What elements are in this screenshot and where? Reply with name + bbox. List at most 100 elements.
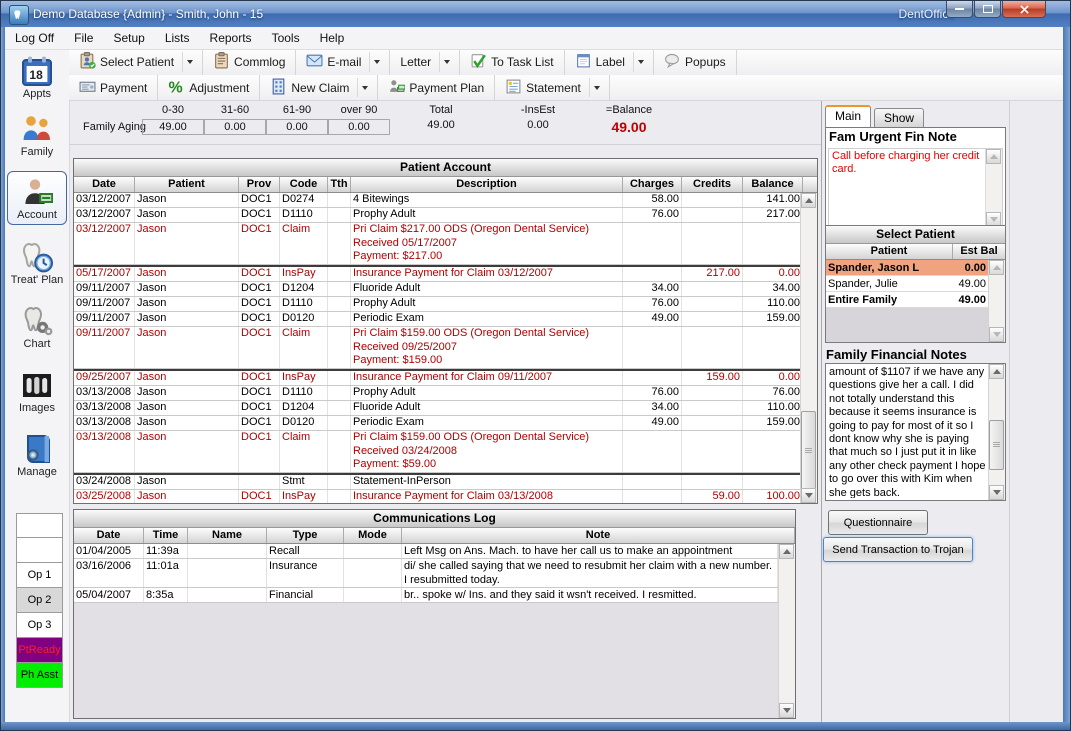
operatory-cell-ph-asst[interactable]: Ph Asst — [16, 663, 63, 688]
sidebar-item-chart[interactable]: Chart — [6, 305, 68, 350]
operatory-cell-empty-0[interactable] — [16, 513, 63, 538]
scroll-thumb[interactable] — [801, 411, 816, 491]
scroll-up-icon[interactable] — [989, 364, 1004, 379]
scroll-down-icon[interactable] — [989, 485, 1004, 500]
menu-item-log-off[interactable]: Log Off — [5, 28, 64, 48]
chevron-down-icon[interactable] — [589, 78, 604, 97]
column-header-prov[interactable]: Prov — [239, 177, 280, 192]
column-header-time[interactable]: Time — [144, 528, 188, 543]
scroll-thumb[interactable] — [989, 420, 1004, 470]
scroll-up-icon[interactable] — [989, 260, 1004, 275]
menu-item-reports[interactable]: Reports — [200, 28, 262, 48]
toolbar-button-new-claim[interactable]: New Claim — [260, 75, 378, 100]
sidebar-item-appts[interactable]: 18Appts — [6, 55, 68, 100]
column-header-patient[interactable]: Patient — [135, 177, 239, 192]
account-row[interactable]: 03/13/2008JasonDOC1D1110Prophy Adult76.0… — [74, 386, 800, 401]
financial-notes-text[interactable]: amount of $1107 if we have any questions… — [829, 366, 986, 498]
operatory-cell-op-1[interactable]: Op 1 — [16, 563, 63, 588]
scroll-down-icon[interactable] — [801, 488, 816, 503]
column-header-code[interactable]: Code — [280, 177, 328, 192]
patient-account-scrollbar[interactable] — [800, 193, 817, 503]
toolbar-button-select-patient[interactable]: Select Patient — [69, 49, 203, 75]
account-row[interactable]: 03/13/2008JasonDOC1ClaimPri Claim $159.0… — [74, 431, 800, 473]
column-header-tth[interactable]: Tth — [328, 177, 351, 192]
select-patient-row-spander-julie[interactable]: Spander, Julie49.00 — [826, 276, 989, 292]
commlog-row[interactable]: 03/16/200611:01aInsurancedi/ she called … — [74, 559, 778, 588]
operatory-cell-ptready[interactable]: PtReady — [16, 638, 63, 663]
column-header-description[interactable]: Description — [351, 177, 623, 192]
maximize-button[interactable] — [974, 1, 1001, 18]
account-row[interactable]: 03/13/2008JasonDOC1D0120Periodic Exam49.… — [74, 416, 800, 431]
account-row[interactable]: 03/12/2007JasonDOC1D1110Prophy Adult76.0… — [74, 208, 800, 223]
column-header-type[interactable]: Type — [267, 528, 344, 543]
chevron-down-icon[interactable] — [633, 52, 648, 72]
sidebar-item-images[interactable]: Images — [6, 369, 68, 414]
toolbar-button-adjustment[interactable]: %Adjustment — [158, 75, 260, 100]
menu-item-setup[interactable]: Setup — [103, 28, 154, 48]
sidebar-item-family[interactable]: Family — [6, 113, 68, 158]
column-header-mode[interactable]: Mode — [344, 528, 402, 543]
menu-item-tools[interactable]: Tools — [262, 28, 310, 48]
account-row[interactable]: 03/13/2008JasonDOC1D1204Fluoride Adult34… — [74, 401, 800, 416]
account-row[interactable]: 09/25/2007JasonDOC1InsPayInsurance Payme… — [74, 369, 800, 386]
chevron-down-icon[interactable] — [182, 52, 197, 72]
financial-notes-box[interactable]: amount of $1107 if we have any questions… — [825, 363, 1006, 501]
account-row[interactable]: 09/11/2007JasonDOC1ClaimPri Claim $159.0… — [74, 327, 800, 369]
column-header-date[interactable]: Date — [74, 177, 135, 192]
financial-notes-scrollbar[interactable] — [988, 364, 1005, 500]
toolbar-button-e-mail[interactable]: E-mail — [296, 49, 390, 75]
close-button[interactable] — [1002, 1, 1046, 18]
select-patient-scrollbar[interactable] — [988, 260, 1005, 342]
toolbar-button-commlog[interactable]: Commlog — [203, 49, 296, 75]
column-header-note[interactable]: Note — [402, 528, 795, 543]
column-header-date[interactable]: Date — [74, 528, 144, 543]
minimize-button[interactable] — [946, 1, 973, 18]
toolbar-button-to-task-list[interactable]: To Task List — [460, 49, 564, 75]
account-row[interactable]: 03/12/2007JasonDOC1ClaimPri Claim $217.0… — [74, 223, 800, 265]
commlog-scrollbar[interactable] — [778, 544, 795, 718]
account-row[interactable]: 03/25/2008JasonDOC1InsPayInsurance Payme… — [74, 490, 800, 503]
toolbar-button-label[interactable]: Label — [565, 49, 654, 75]
column-header-credits[interactable]: Credits — [682, 177, 743, 192]
scroll-down-icon[interactable] — [989, 327, 1004, 342]
toolbar-button-statement[interactable]: Statement — [495, 75, 610, 100]
select-patient-row-spander-jason-l[interactable]: Spander, Jason L0.00 — [826, 260, 989, 276]
chevron-down-icon[interactable] — [357, 78, 372, 97]
scroll-up-icon[interactable] — [986, 149, 1001, 164]
send-transaction-trojan-button[interactable]: Send Transaction to Trojan — [823, 537, 973, 562]
toolbar-button-payment-plan[interactable]: Payment Plan — [378, 75, 495, 100]
column-header-name[interactable]: Name — [188, 528, 267, 543]
operatory-cell-op-3[interactable]: Op 3 — [16, 613, 63, 638]
account-row[interactable]: 03/24/2008JasonStmtStatement-InPerson — [74, 473, 800, 490]
toolbar-button-payment[interactable]: Payment — [69, 75, 158, 100]
commlog-row[interactable]: 01/04/200511:39aRecallLeft Msg on Ans. M… — [74, 544, 778, 559]
chevron-down-icon[interactable] — [369, 52, 384, 72]
column-header-charges[interactable]: Charges — [623, 177, 682, 192]
menu-item-lists[interactable]: Lists — [155, 28, 200, 48]
sidebar-item-account[interactable]: Account — [7, 171, 67, 225]
toolbar-button-letter[interactable]: Letter — [390, 49, 460, 75]
menu-item-file[interactable]: File — [64, 28, 103, 48]
tab-main[interactable]: Main — [825, 105, 871, 127]
urgent-note-text[interactable]: Call before charging her credit card. — [828, 148, 1003, 228]
sidebar-item-treat-plan[interactable]: Treat' Plan — [6, 241, 68, 286]
account-row[interactable]: 09/11/2007JasonDOC1D1110Prophy Adult76.0… — [74, 297, 800, 312]
scroll-up-icon[interactable] — [801, 193, 816, 208]
menu-item-help[interactable]: Help — [310, 28, 355, 48]
scroll-up-icon[interactable] — [779, 544, 794, 559]
account-row[interactable]: 03/12/2007JasonDOC1D02744 Bitewings58.00… — [74, 193, 800, 208]
toolbar-button-popups[interactable]: Popups — [654, 49, 737, 75]
sidebar-item-manage[interactable]: Manage — [6, 433, 68, 478]
account-row[interactable]: 09/11/2007JasonDOC1D1204Fluoride Adult34… — [74, 282, 800, 297]
account-row[interactable]: 05/17/2007JasonDOC1InsPayInsurance Payme… — [74, 265, 800, 282]
commlog-row[interactable]: 05/04/20078:35aFinancialbr.. spoke w/ In… — [74, 588, 778, 603]
scroll-down-icon[interactable] — [779, 703, 794, 718]
questionnaire-button[interactable]: Questionnaire — [828, 510, 928, 535]
operatory-cell-op-2[interactable]: Op 2 — [16, 588, 63, 613]
account-row[interactable]: 09/11/2007JasonDOC1D0120Periodic Exam49.… — [74, 312, 800, 327]
column-header-balance[interactable]: Balance — [743, 177, 803, 192]
operatory-cell-empty-1[interactable] — [16, 538, 63, 563]
tab-show[interactable]: Show — [874, 108, 924, 127]
chevron-down-icon[interactable] — [439, 52, 454, 72]
select-patient-row-entire-family[interactable]: Entire Family49.00 — [826, 292, 989, 308]
